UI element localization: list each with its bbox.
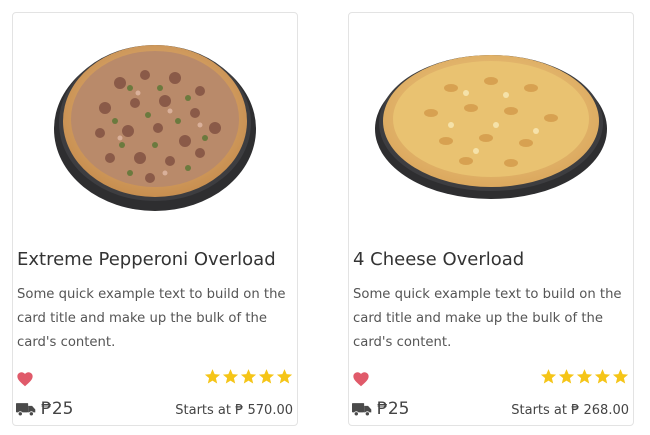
- cheese-pizza-image[interactable]: [349, 13, 633, 233]
- card-title[interactable]: Extreme Pepperoni Overload: [17, 249, 293, 270]
- delivery-fee: ₱25: [352, 399, 409, 419]
- heart-icon[interactable]: [16, 371, 34, 387]
- star-icon: [594, 369, 611, 384]
- delivery-fee: ₱25: [16, 399, 73, 419]
- pepperoni-pizza-image[interactable]: [13, 13, 297, 233]
- star-rating: [204, 368, 293, 385]
- star-icon: [276, 369, 293, 384]
- delivery-fee-value: ₱25: [41, 399, 74, 419]
- star-icon: [576, 369, 593, 384]
- card-title[interactable]: 4 Cheese Overload: [353, 249, 629, 270]
- star-icon: [240, 369, 257, 384]
- truck-icon: [16, 402, 36, 416]
- star-icon: [612, 369, 629, 384]
- star-icon: [204, 369, 221, 384]
- card-description: Some quick example text to build on the …: [17, 287, 286, 350]
- delivery-fee-value: ₱25: [377, 399, 410, 419]
- star-rating: [540, 368, 629, 385]
- truck-icon: [352, 402, 372, 416]
- star-icon: [558, 369, 575, 384]
- star-icon: [540, 369, 557, 384]
- product-card[interactable]: Extreme Pepperoni Overload Some quick ex…: [12, 12, 298, 426]
- star-icon: [258, 369, 275, 384]
- card-description: Some quick example text to build on the …: [353, 287, 622, 350]
- price-label: Starts at ₱ 570.00: [175, 403, 293, 418]
- heart-icon[interactable]: [352, 371, 370, 387]
- star-icon: [222, 369, 239, 384]
- price-label: Starts at ₱ 268.00: [511, 403, 629, 418]
- product-card[interactable]: 4 Cheese Overload Some quick example tex…: [348, 12, 634, 426]
